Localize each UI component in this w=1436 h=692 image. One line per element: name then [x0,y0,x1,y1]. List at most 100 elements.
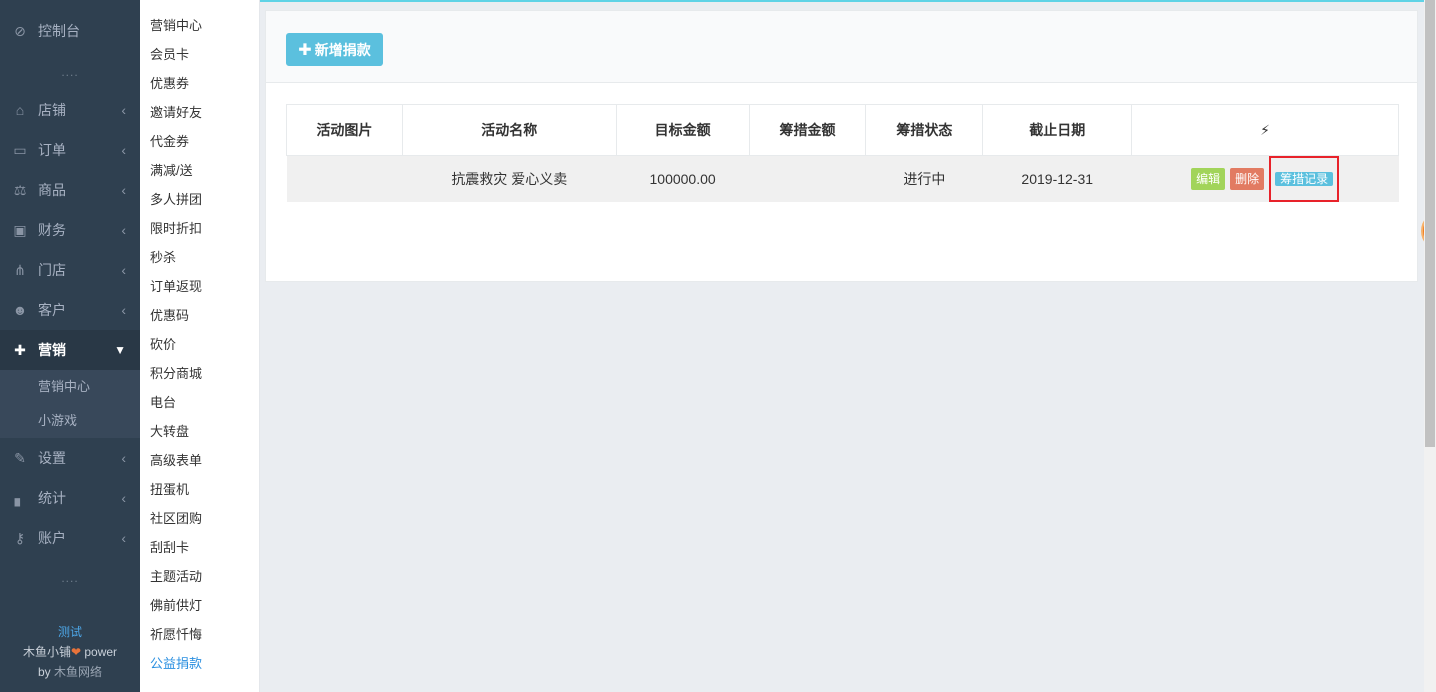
col-header-raised: 筹措金额 [748,104,867,156]
sidebar-item-shop[interactable]: ⌂ 店铺 ‹ [0,90,140,130]
chevron-down-icon: ▼ [114,343,126,357]
table-header-row: 活动图片 活动名称 目标金额 筹措金额 筹措状态 截止日期 ⚡ [286,104,1399,156]
sidebar-divider-dots: .... [61,65,79,79]
users-icon: ☻ [12,302,28,318]
cell-name: 抗震救灾 爱心义卖 [402,155,617,202]
sidebar-item-dashboard[interactable]: ⊘ 控制台 [0,0,140,62]
chevron-left-icon: ‹ [121,142,126,158]
sidebar-item-label: 控制台 [38,23,80,39]
sidebar-item-label: 统计 [38,490,66,506]
panel-toolbar: ✚ 新增捐款 [266,11,1417,83]
submenu-item[interactable]: 砍价 [140,330,259,359]
sidebar-sub-marketing-center[interactable]: 营销中心 [0,370,140,404]
sidebar-item-store[interactable]: ⋔ 门店 ‹ [0,250,140,290]
sidebar-sub-mini-games[interactable]: 小游戏 [0,404,140,438]
chevron-left-icon: ‹ [121,530,126,546]
sidebar-item-order[interactable]: ▭ 订单 ‹ [0,130,140,170]
add-donation-button[interactable]: ✚ 新增捐款 [286,33,383,66]
submenu-item[interactable]: 秒杀 [140,243,259,272]
cell-deadline: 2019-12-31 [982,155,1133,202]
col-header-status: 筹措状态 [865,104,984,156]
submenu-item[interactable]: 社区团购 [140,504,259,533]
submenu-item[interactable]: 满减/送 [140,156,259,185]
footer-by-line: by 木鱼网络 [0,662,140,682]
submenu-item[interactable]: 多人拼团 [140,185,259,214]
submenu-item[interactable]: 刮刮卡 [140,533,259,562]
sidebar-item-label: 设置 [38,450,66,466]
submenu-item[interactable]: 限时折扣 [140,214,259,243]
row-actions: 编辑 删除 筹措记录 [1132,156,1398,202]
submenu-item[interactable]: 积分商城 [140,359,259,388]
dashboard-icon: ⊘ [14,22,26,39]
footer-power-line: 木鱼小铺❤ power [0,642,140,662]
submenu-item-active[interactable]: 公益捐款 [140,649,259,678]
chevron-left-icon: ‹ [121,102,126,118]
sidebar-item-goods[interactable]: ⚖ 商品 ‹ [0,170,140,210]
chevron-left-icon: ‹ [121,450,126,466]
add-donation-label: 新增捐款 [314,41,371,58]
key-icon: ⚷ [14,529,26,546]
chevron-left-icon: ‹ [121,490,126,506]
submenu-item[interactable]: 电台 [140,388,259,417]
submenu-item[interactable]: 祈愿忏悔 [140,620,259,649]
sidebar-item-stats[interactable]: ▖ 统计 ‹ [0,478,140,518]
col-header-actions-bolt-icon: ⚡ [1131,104,1399,156]
footer-company-link[interactable]: 木鱼网络 [54,665,102,679]
cell-image [286,155,403,202]
plus-icon: ✚ [298,41,312,59]
delete-button[interactable]: 删除 [1230,168,1265,190]
submenu-item[interactable]: 邀请好友 [140,98,259,127]
sidebar-item-label: 账户 [38,530,66,546]
cell-actions: 编辑 删除 筹措记录 [1131,155,1399,202]
order-icon: ▭ [13,141,27,158]
submenu-item[interactable]: 订单返现 [140,272,259,301]
sitemap-icon: ⋔ [14,261,26,278]
submenu-item[interactable]: 优惠码 [140,301,259,330]
submenu-item[interactable]: 会员卡 [140,40,259,69]
wrench-icon: ✎ [14,449,26,466]
chevron-left-icon: ‹ [121,222,126,238]
sidebar-item-label: 门店 [38,262,66,278]
col-header-deadline: 截止日期 [982,104,1133,156]
col-header-image: 活动图片 [286,104,403,156]
chevron-left-icon: ‹ [121,302,126,318]
table-row: 抗震救灾 爱心义卖 100000.00 进行中 2019-12-31 编辑 删除… [286,155,1399,202]
col-header-name: 活动名称 [401,104,617,156]
sidebar-footer: 测试 木鱼小铺❤ power by 木鱼网络 [0,622,140,682]
sidebar-item-account[interactable]: ⚷ 账户 ‹ [0,518,140,558]
submenu-item[interactable]: 大转盘 [140,417,259,446]
sidebar-item-settings[interactable]: ✎ 设置 ‹ [0,438,140,478]
main-sidebar: ⊘ 控制台 .... ⌂ 店铺 ‹ ▭ 订单 ‹ ⚖ 商品 ‹ ▣ 财务 ‹ ⋔… [0,0,140,692]
sidebar-item-label: 财务 [38,222,66,238]
shop-icon: ⌂ [15,102,25,118]
edit-button[interactable]: 编辑 [1191,168,1226,190]
sidebar-item-marketing[interactable]: ✚ 营销 ▼ [0,330,140,370]
scale-icon: ⚖ [13,181,27,198]
sidebar-item-customer[interactable]: ☻ 客户 ‹ [0,290,140,330]
vertical-scrollbar[interactable] [1424,0,1436,692]
submenu-item[interactable]: 代金券 [140,127,259,156]
signal-icon: ▖ [14,489,26,506]
submenu-item[interactable]: 扭蛋机 [140,475,259,504]
sidebar-item-label: 商品 [38,182,66,198]
footer-test-link[interactable]: 测试 [0,622,140,642]
footer-by: by [37,665,54,679]
footer-brand: 木鱼小铺 [22,645,71,659]
money-icon: ▣ [13,221,27,238]
secondary-menu: 营销中心 会员卡 优惠券 邀请好友 代金券 满减/送 多人拼团 限时折扣 秒杀 … [140,0,260,692]
submenu-item[interactable]: 营销中心 [140,11,259,40]
submenu-item[interactable]: 优惠券 [140,69,259,98]
sidebar-item-label: 客户 [38,302,66,318]
footer-power: power [81,645,118,659]
fund-records-button[interactable]: 筹措记录 [1275,172,1334,186]
chevron-left-icon: ‹ [121,262,126,278]
donation-table: 活动图片 活动名称 目标金额 筹措金额 筹措状态 截止日期 ⚡ 抗震救灾 爱心义… [286,104,1399,202]
submenu-item[interactable]: 佛前供灯 [140,591,259,620]
cell-status: 进行中 [865,155,984,202]
sidebar-item-finance[interactable]: ▣ 财务 ‹ [0,210,140,250]
heart-icon: ❤ [70,645,82,659]
submenu-item[interactable]: 主题活动 [140,562,259,591]
submenu-item[interactable]: 高级表单 [140,446,259,475]
scrollbar-thumb[interactable] [1425,0,1435,447]
chevron-left-icon: ‹ [121,182,126,198]
